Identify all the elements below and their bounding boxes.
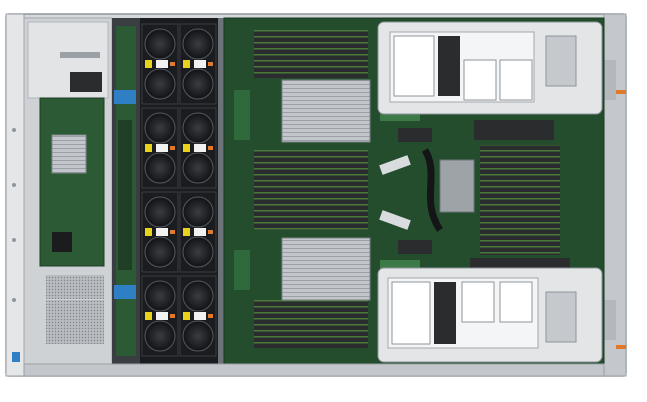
fan-module xyxy=(179,191,217,273)
dimm-bank-top xyxy=(254,30,368,78)
drive-bay-area xyxy=(12,17,113,365)
fan-module xyxy=(179,275,217,357)
dimm-bank-bottom xyxy=(254,300,368,348)
fan-module xyxy=(179,23,217,105)
bottom-rail xyxy=(23,363,605,377)
riser-cage-top xyxy=(377,21,603,115)
backplane xyxy=(112,18,140,364)
dimm-bank-middle xyxy=(254,150,368,230)
cpu-heatsink-bottom xyxy=(281,237,371,301)
chipset-heatsink xyxy=(439,159,475,213)
pcie-slots xyxy=(480,145,560,255)
fan-bank xyxy=(140,18,218,364)
fan-module xyxy=(179,107,217,189)
fan-module xyxy=(141,275,179,357)
fan-module xyxy=(141,23,179,105)
riser-cage-bottom xyxy=(377,267,603,363)
fan-module xyxy=(141,191,179,273)
server-top-view-image xyxy=(5,13,627,377)
cpu-heatsink-top xyxy=(281,79,371,143)
fan-divider xyxy=(218,18,224,364)
fan-module xyxy=(141,107,179,189)
